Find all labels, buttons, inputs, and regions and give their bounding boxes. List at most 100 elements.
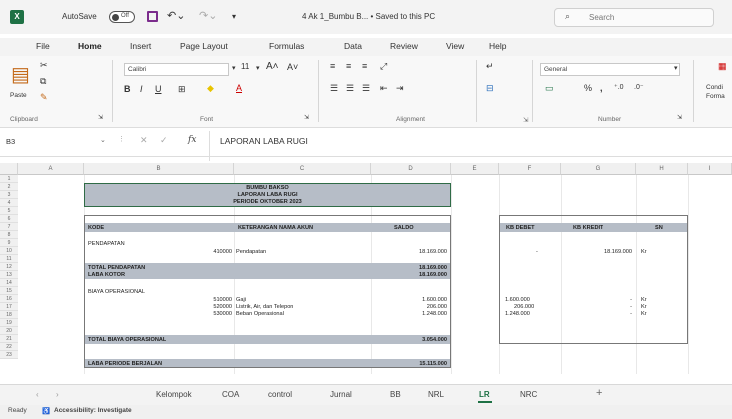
column-header-i[interactable]: I	[688, 163, 732, 175]
sheet-tab-control[interactable]: control	[268, 390, 292, 399]
sheet-tab-bb[interactable]: BB	[390, 390, 401, 399]
align-center-icon[interactable]: ☰	[346, 83, 354, 94]
row-header[interactable]: 15	[0, 287, 18, 295]
wrap-text-icon[interactable]: ↵	[486, 61, 494, 72]
row-header[interactable]: 23	[0, 351, 18, 359]
conditional-formatting-icon[interactable]: ▦	[718, 61, 727, 72]
row-header[interactable]: 2	[0, 183, 18, 191]
italic-icon[interactable]: I	[140, 84, 143, 94]
fill-color-icon[interactable]: ◆	[207, 83, 214, 94]
underline-icon[interactable]: U	[155, 84, 162, 94]
column-header-b[interactable]: B	[84, 163, 234, 175]
column-header-f[interactable]: F	[499, 163, 561, 175]
tab-file[interactable]: File	[36, 41, 50, 51]
enter-icon[interactable]: ✓	[160, 135, 168, 146]
add-sheet-icon[interactable]: +	[596, 387, 602, 399]
conditional-formatting-label-2[interactable]: Forma	[706, 93, 725, 100]
row-header[interactable]: 4	[0, 199, 18, 207]
font-launcher-icon[interactable]: ⇲	[304, 114, 309, 121]
row-header[interactable]: 11	[0, 255, 18, 263]
accounting-format-icon[interactable]: ▭	[545, 83, 554, 94]
tab-home[interactable]: Home	[78, 41, 102, 51]
shrink-font-icon[interactable]: A˅	[287, 62, 298, 72]
row-header[interactable]: 19	[0, 319, 18, 327]
font-size-dropdown-icon[interactable]: ▾	[256, 64, 260, 72]
font-color-icon[interactable]: A	[236, 83, 242, 93]
row-header[interactable]: 21	[0, 335, 18, 343]
grow-font-icon[interactable]: A˄	[266, 61, 279, 72]
next-sheet-icon[interactable]: ›	[56, 390, 59, 399]
column-header-a[interactable]: A	[18, 163, 84, 175]
format-painter-icon[interactable]: ✎	[40, 92, 48, 103]
column-header-c[interactable]: C	[234, 163, 371, 175]
conditional-formatting-label[interactable]: Condi	[706, 84, 723, 91]
tab-page-layout[interactable]: Page Layout	[180, 41, 228, 51]
tab-insert[interactable]: Insert	[130, 41, 151, 51]
accessibility-status[interactable]: Accessibility: Investigate	[54, 407, 132, 414]
clipboard-launcher-icon[interactable]: ⇲	[98, 114, 103, 121]
decrease-decimal-icon[interactable]: .0⁻	[634, 83, 644, 91]
insert-function-icon[interactable]: fx	[188, 135, 196, 145]
number-format-select[interactable]: General	[540, 63, 680, 76]
sheet-tab-kelompok[interactable]: Kelompok	[156, 390, 192, 399]
sheet-tab-lr[interactable]: LR	[479, 390, 490, 399]
align-right-icon[interactable]: ☰	[362, 83, 370, 94]
font-name-select[interactable]: Calibri	[124, 63, 229, 76]
column-header-e[interactable]: E	[451, 163, 499, 175]
column-header-g[interactable]: G	[561, 163, 636, 175]
alignment-launcher-icon[interactable]: ⇲	[523, 116, 528, 124]
row-header[interactable]: 18	[0, 311, 18, 319]
align-left-icon[interactable]: ☰	[330, 83, 338, 94]
row-header[interactable]: 16	[0, 295, 18, 303]
increase-decimal-icon[interactable]: ⁺.0	[614, 83, 624, 91]
percent-style-icon[interactable]: %	[584, 83, 592, 93]
prev-sheet-icon[interactable]: ‹	[36, 390, 39, 399]
row-header[interactable]: 17	[0, 303, 18, 311]
accessibility-icon[interactable]: ♿	[42, 407, 50, 415]
borders-icon[interactable]: ⊞	[178, 84, 186, 95]
row-header[interactable]: 8	[0, 231, 18, 239]
align-top-icon[interactable]: ≡	[330, 61, 335, 71]
row-header[interactable]: 22	[0, 343, 18, 351]
column-header-d[interactable]: D	[371, 163, 451, 175]
save-icon[interactable]	[147, 11, 158, 22]
align-bottom-icon[interactable]: ≡	[362, 61, 367, 71]
decrease-indent-icon[interactable]: ⇤	[380, 83, 388, 94]
row-header[interactable]: 10	[0, 247, 18, 255]
row-header[interactable]: 1	[0, 175, 18, 183]
row-header[interactable]: 3	[0, 191, 18, 199]
redo-icon[interactable]: ↷⌄	[199, 9, 217, 22]
tab-data[interactable]: Data	[344, 41, 362, 51]
row-header[interactable]: 6	[0, 215, 18, 223]
row-header[interactable]: 9	[0, 239, 18, 247]
number-launcher-icon[interactable]: ⇲	[677, 114, 682, 121]
paste-icon[interactable]: ▤	[11, 62, 30, 87]
row-header[interactable]: 14	[0, 279, 18, 287]
tab-formulas[interactable]: Formulas	[269, 41, 304, 51]
autosave-toggle[interactable]: Off	[109, 11, 135, 23]
formula-content[interactable]: LAPORAN LABA RUGI	[220, 136, 308, 146]
qat-dropdown-icon[interactable]: ▾	[232, 12, 236, 21]
undo-icon[interactable]: ↶⌄	[167, 9, 185, 22]
name-box[interactable]: B3	[0, 134, 92, 150]
tab-help[interactable]: Help	[489, 41, 506, 51]
align-middle-icon[interactable]: ≡	[346, 61, 351, 71]
name-box-dropdown-icon[interactable]: ⌄	[100, 136, 106, 144]
row-header[interactable]: 12	[0, 263, 18, 271]
cut-icon[interactable]: ✂	[40, 60, 48, 71]
comma-style-icon[interactable]: ,	[600, 83, 603, 93]
sheet-tab-jurnal[interactable]: Jurnal	[330, 390, 352, 399]
column-header-h[interactable]: H	[636, 163, 688, 175]
search-box[interactable]: ⌕ Search	[554, 8, 714, 27]
merge-center-icon[interactable]: ⊟	[486, 83, 494, 94]
cancel-icon[interactable]: ✕	[140, 135, 148, 146]
orientation-icon[interactable]: ⤢	[380, 61, 387, 72]
sheet-tab-nrl[interactable]: NRL	[428, 390, 444, 399]
bold-icon[interactable]: B	[124, 84, 131, 94]
paste-label[interactable]: Paste	[10, 92, 27, 99]
row-header[interactable]: 7	[0, 223, 18, 231]
row-header[interactable]: 5	[0, 207, 18, 215]
select-all-corner[interactable]	[0, 163, 18, 175]
tab-review[interactable]: Review	[390, 41, 418, 51]
tab-view[interactable]: View	[446, 41, 464, 51]
